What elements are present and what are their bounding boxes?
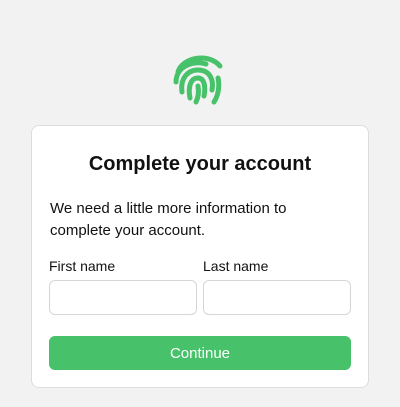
first-name-input[interactable] (49, 280, 197, 315)
complete-account-card: Complete your account We need a little m… (31, 125, 369, 388)
card-description: We need a little more information to com… (50, 200, 287, 239)
last-name-label: Last name (203, 258, 269, 274)
first-name-label: First name (49, 258, 116, 274)
last-name-input[interactable] (203, 280, 351, 315)
last-name-field: Last name (203, 257, 351, 315)
card-title: Complete your account (88, 153, 312, 175)
continue-button[interactable]: Continue (49, 336, 351, 370)
fingerprint-icon (168, 48, 230, 108)
first-name-field: First name (49, 257, 197, 315)
